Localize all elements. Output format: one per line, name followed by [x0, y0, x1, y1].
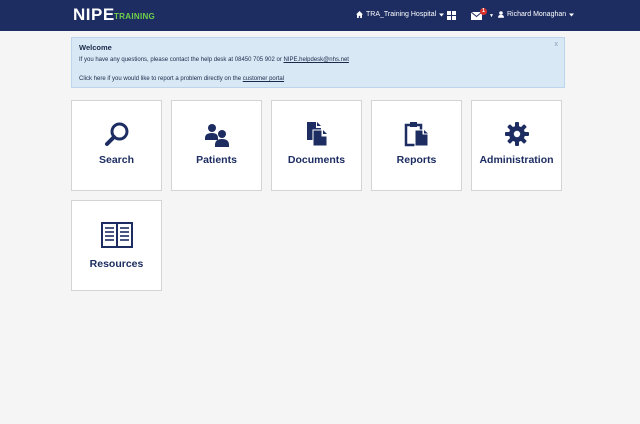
messages-badge: 1	[480, 8, 487, 15]
portal-text: Click here if you would like to report a…	[79, 76, 284, 82]
tile-label: Search	[98, 154, 135, 166]
close-alert-button[interactable]: x	[555, 41, 559, 48]
brand-logo[interactable]: NIPE	[73, 5, 115, 25]
top-navbar: NIPE TRAINING TRA_Training Hospital 1 ▼ …	[0, 0, 640, 31]
helpdesk-text-prefix: If you have any questions, please contac…	[79, 57, 284, 63]
user-menu[interactable]: Richard Monaghan	[498, 11, 575, 18]
helpdesk-text: If you have any questions, please contac…	[79, 57, 349, 63]
book-icon	[100, 222, 133, 248]
environment-label: TRAINING	[114, 12, 156, 21]
customer-portal-link[interactable]: customer portal	[243, 76, 284, 82]
tile-label: Administration	[479, 154, 554, 166]
magnifier-icon	[104, 122, 128, 146]
caret-down-icon	[569, 13, 575, 16]
tile-label: Patients	[196, 154, 237, 166]
users-icon	[204, 124, 229, 147]
clipboard-icon	[404, 122, 428, 147]
tile-label: Resources	[89, 258, 144, 270]
user-name: Richard Monaghan	[507, 11, 567, 18]
alert-title: Welcome	[79, 43, 112, 52]
hospital-name: TRA_Training Hospital	[366, 11, 437, 18]
documents-tile[interactable]: Documents	[271, 100, 362, 191]
caret-down-icon	[439, 13, 445, 16]
patients-tile[interactable]: Patients	[171, 100, 262, 191]
gear-icon	[504, 122, 529, 146]
administration-tile[interactable]: Administration	[471, 100, 562, 191]
tile-label: Reports	[396, 154, 437, 166]
home-icon	[356, 11, 363, 18]
welcome-alert: Welcome If you have any questions, pleas…	[71, 37, 565, 88]
search-tile[interactable]: Search	[71, 100, 162, 191]
grid-icon[interactable]	[447, 11, 456, 20]
tile-label: Documents	[287, 154, 346, 166]
documents-icon	[306, 122, 327, 147]
hospital-selector[interactable]: TRA_Training Hospital	[356, 11, 445, 18]
resources-tile[interactable]: Resources	[71, 200, 162, 291]
portal-text-prefix: Click here if you would like to report a…	[79, 76, 243, 82]
user-icon	[498, 11, 504, 18]
helpdesk-email-link[interactable]: NIPE.helpdesk@nhs.net	[283, 57, 348, 63]
messages-caret-icon[interactable]: ▼	[489, 13, 494, 19]
reports-tile[interactable]: Reports	[371, 100, 462, 191]
